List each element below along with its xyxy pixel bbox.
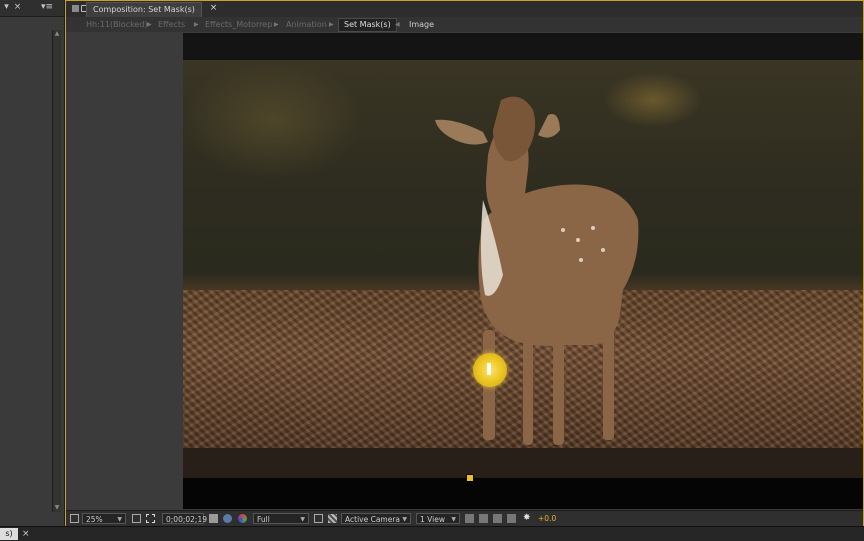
snapshot-camera-icon[interactable]	[209, 514, 218, 523]
dropdown-arrow-icon: ▼	[451, 516, 456, 523]
project-scrollbar[interactable]: ▲ ▼	[52, 30, 61, 512]
mask-visibility-icon[interactable]	[146, 514, 155, 523]
cursor-icon	[487, 363, 491, 375]
breadcrumb-layer[interactable]: Image	[409, 17, 434, 32]
resolution-select[interactable]: Full ▼	[253, 513, 309, 524]
show-snapshot-icon[interactable]	[223, 514, 232, 523]
panel-grip-icon[interactable]	[72, 5, 79, 12]
viewer-letterbox	[183, 478, 863, 509]
channel-icon[interactable]	[238, 514, 247, 523]
resolution-value: Full	[257, 515, 270, 524]
scroll-up-icon[interactable]: ▲	[53, 30, 61, 38]
breadcrumb-item[interactable]: Effects	[158, 17, 185, 32]
scroll-down-icon[interactable]: ▼	[53, 504, 61, 512]
breadcrumb-arrow-icon: ▶	[274, 21, 279, 28]
close-icon[interactable]: ×	[208, 3, 219, 14]
timeline-icon[interactable]	[493, 514, 502, 523]
dropdown-arrow-icon: ▼	[117, 516, 122, 523]
project-panel-header: ▾ × ▾≡	[0, 0, 64, 17]
tab-composition[interactable]: Composition: Set Mask(s)	[86, 2, 202, 17]
composition-breadcrumb: Hh:11(Blocked) ▶ Effects ▶ Effects_Motor…	[66, 17, 863, 32]
panel-menu-icon[interactable]: ▾≡	[40, 2, 54, 13]
breadcrumb-arrow-icon: ▶	[329, 21, 334, 28]
dropdown-arrow-icon: ▼	[402, 516, 407, 523]
region-of-interest-icon[interactable]	[314, 514, 323, 523]
safe-zones-icon[interactable]	[132, 514, 141, 523]
deer-image	[183, 60, 863, 448]
viewer-top-band	[183, 33, 863, 60]
project-panel: ▾ × ▾≡ ▲ ▼	[0, 0, 65, 526]
transparency-grid-icon[interactable]	[328, 514, 337, 523]
composition-panel: Composition: Set Mask(s) × Hh:11(Blocked…	[65, 0, 864, 526]
close-icon[interactable]: ×	[22, 528, 30, 540]
close-icon[interactable]: ×	[12, 2, 23, 13]
breadcrumb-item[interactable]: Animation	[286, 17, 327, 32]
dropdown-arrow-icon: ▼	[300, 516, 305, 523]
current-time-field[interactable]: 0;00;02;19	[162, 513, 207, 524]
breadcrumb-arrow-icon: ▶	[147, 21, 152, 28]
3d-view-select[interactable]: Active Camera ▼	[341, 513, 411, 524]
magnification-select[interactable]: 25% ▼	[82, 513, 126, 524]
view-layout-select[interactable]: 1 View ▼	[416, 513, 460, 524]
3d-view-value: Active Camera	[345, 515, 401, 524]
status-bar: s) ×	[0, 526, 864, 541]
magnification-value: 25%	[86, 515, 103, 524]
breadcrumb-arrow-icon: ▶	[194, 21, 199, 28]
composition-viewer[interactable]	[183, 33, 863, 509]
status-tab[interactable]: s)	[0, 528, 18, 540]
exposure-value[interactable]: +0.0	[538, 513, 556, 524]
viewer-toolbar: 25% ▼ 0;00;02;19 Full ▼ Active Camera ▼ …	[66, 510, 863, 526]
exposure-sun-icon[interactable]: ✸	[523, 514, 532, 523]
comp-flowchart-icon[interactable]	[507, 514, 516, 523]
panel-dropdown-icon[interactable]: ▾	[1, 2, 12, 13]
breadcrumb-item[interactable]: Hh:11(Blocked)	[86, 17, 148, 32]
mouse-cursor-highlight	[473, 353, 507, 387]
breadcrumb-item[interactable]: Effects_Motorrep	[205, 17, 272, 32]
anchor-point-handle[interactable]	[466, 474, 474, 482]
always-preview-icon[interactable]	[70, 514, 79, 523]
view-layout-value: 1 View	[420, 515, 445, 524]
viewer-bottom-band	[183, 448, 863, 478]
panel-tab-strip: Composition: Set Mask(s) ×	[66, 1, 863, 18]
breadcrumb-active[interactable]: Set Mask(s)	[338, 18, 397, 32]
breadcrumb-arrow-icon: ◀	[395, 21, 400, 28]
toggle-pixel-aspect-icon[interactable]	[465, 514, 474, 523]
deer-figure	[435, 96, 639, 445]
pasteboard	[66, 32, 182, 510]
fast-previews-icon[interactable]	[479, 514, 488, 523]
